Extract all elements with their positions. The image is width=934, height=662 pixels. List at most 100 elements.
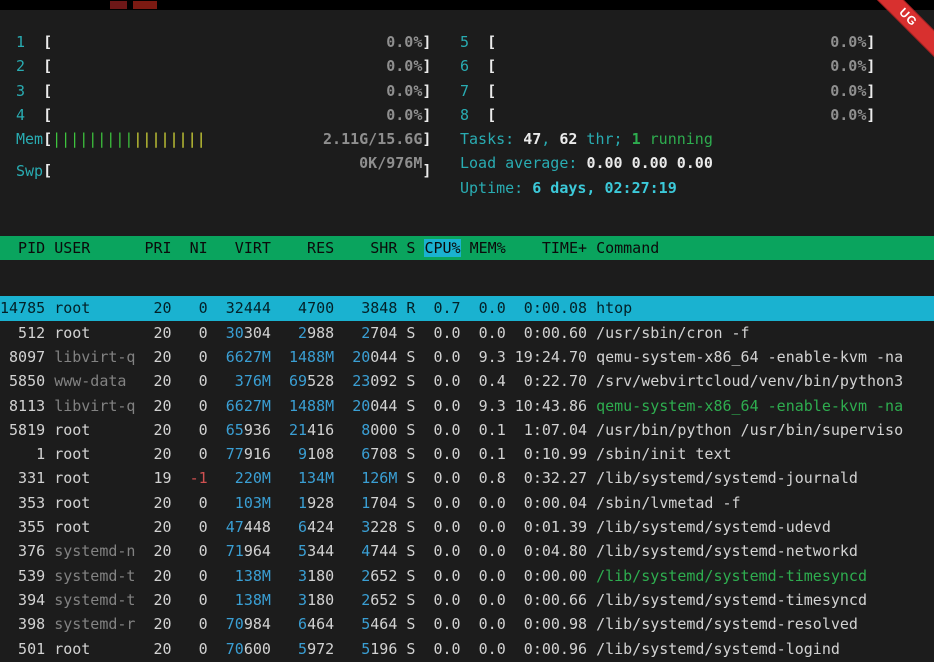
process-row-398[interactable]: 398 systemd-r 20 0 70984 6464 5464 S 0.0… xyxy=(0,612,934,636)
cell-pri: 20 xyxy=(145,299,172,317)
megabyte-prefix: 70 xyxy=(226,615,244,633)
cell-command: /usr/sbin/cron -f xyxy=(596,324,750,342)
cell-time: 0:32.27 xyxy=(515,469,587,487)
megabyte-prefix: 5 xyxy=(298,542,307,560)
cell-pri: 20 xyxy=(145,542,172,560)
cpu-meter-value: 0.0% xyxy=(830,103,866,127)
column-header-cpu[interactable]: CPU% xyxy=(424,239,460,257)
process-row-501[interactable]: 501 root 20 0 70600 5972 5196 S 0.0 0.0 … xyxy=(0,637,934,661)
cell-cpu: 0.0 xyxy=(424,372,460,390)
process-row-376[interactable]: 376 systemd-n 20 0 71964 5344 4744 S 0.0… xyxy=(0,539,934,563)
megabyte-value: 6627M xyxy=(217,397,271,415)
cell-shr: 6708 xyxy=(343,445,397,463)
process-row-394[interactable]: 394 systemd-t 20 0 138M 3180 2652 S 0.0 … xyxy=(0,588,934,612)
column-header-s[interactable]: S xyxy=(406,239,415,257)
megabyte-prefix: 1 xyxy=(298,494,307,512)
cell-cpu: 0.0 xyxy=(424,324,460,342)
cell-user: root xyxy=(54,324,135,342)
mem-bar-used: ||||||||| xyxy=(52,130,133,148)
swap-meter-label: Swp xyxy=(16,159,43,183)
megabyte-prefix: 20 xyxy=(352,397,370,415)
tasks-thread-label: thr; xyxy=(577,130,631,148)
megabyte-prefix: 2 xyxy=(361,324,370,342)
cell-command: /lib/systemd/systemd-udevd xyxy=(596,518,831,536)
load-five-min: 0.00 xyxy=(632,154,677,172)
cell-ni: 0 xyxy=(181,372,208,390)
meter-column-right: 5[0.0%]6[0.0%]7[0.0%]8[0.0%] Tasks: 47, … xyxy=(460,30,934,200)
column-header-shr[interactable]: SHR xyxy=(343,239,397,257)
cell-s: S xyxy=(406,469,415,487)
cell-command: /lib/systemd/systemd-timesyncd xyxy=(596,567,867,585)
cell-user: libvirt-q xyxy=(54,348,135,366)
column-header-time[interactable]: TIME+ xyxy=(515,239,587,257)
process-row-355[interactable]: 355 root 20 0 47448 6424 3228 S 0.0 0.0 … xyxy=(0,515,934,539)
cell-shr: 8000 xyxy=(343,421,397,439)
column-header-pri[interactable]: PRI xyxy=(145,239,172,257)
column-header-res[interactable]: RES xyxy=(280,239,334,257)
cell-pid: 5819 xyxy=(0,421,45,439)
cell-user: systemd-t xyxy=(54,567,135,585)
cell-ni: 0 xyxy=(181,421,208,439)
cell-pri: 20 xyxy=(145,397,172,415)
cell-time: 0:01.39 xyxy=(515,518,587,536)
cell-virt: 6627M xyxy=(217,397,271,415)
cell-pid: 5850 xyxy=(0,372,45,390)
column-header-command[interactable]: Command xyxy=(596,239,659,257)
cpu-meter-value: 0.0% xyxy=(830,30,866,54)
column-header-virt[interactable]: VIRT xyxy=(217,239,271,257)
cell-ni: 0 xyxy=(181,348,208,366)
cell-shr: 5464 xyxy=(343,615,397,633)
column-header-user[interactable]: USER xyxy=(54,239,135,257)
megabyte-value: 376M xyxy=(217,372,271,390)
process-row-353[interactable]: 353 root 20 0 103M 1928 1704 S 0.0 0.0 0… xyxy=(0,491,934,515)
cell-time: 0:00.98 xyxy=(515,615,587,633)
process-row-512[interactable]: 512 root 20 0 30304 2988 2704 S 0.0 0.0 … xyxy=(0,321,934,345)
cell-shr: 5196 xyxy=(343,640,397,658)
column-header-mem[interactable]: MEM% xyxy=(470,239,506,257)
cell-cpu: 0.0 xyxy=(424,615,460,633)
cell-user: systemd-n xyxy=(54,542,135,560)
cell-s: S xyxy=(406,615,415,633)
cpu-meter-value: 0.0% xyxy=(830,54,866,78)
tab-remnant-icon xyxy=(133,1,157,9)
megabyte-prefix: 21 xyxy=(289,421,307,439)
cell-pri: 20 xyxy=(145,494,172,512)
cell-command: /lib/systemd/systemd-resolved xyxy=(596,615,858,633)
cell-res: 6424 xyxy=(280,518,334,536)
megabyte-prefix: 2 xyxy=(298,324,307,342)
process-row-1[interactable]: 1 root 20 0 77916 9108 6708 S 0.0 0.1 0:… xyxy=(0,442,934,466)
megabyte-prefix: 6 xyxy=(361,445,370,463)
cell-res: 6464 xyxy=(280,615,334,633)
bracket-open-icon: [ xyxy=(487,57,496,75)
cpu-meter-bar: 0.0% xyxy=(52,54,422,78)
load-average-label: Load average: xyxy=(460,154,586,172)
column-header-ni[interactable]: NI xyxy=(181,239,208,257)
process-row-8097[interactable]: 8097 libvirt-q 20 0 6627M 1488M 20044 S … xyxy=(0,345,934,369)
process-row-8113[interactable]: 8113 libvirt-q 20 0 6627M 1488M 20044 S … xyxy=(0,394,934,418)
cpu-meter-value: 0.0% xyxy=(386,103,422,127)
cell-shr: 1704 xyxy=(343,494,397,512)
cell-pri: 20 xyxy=(145,372,172,390)
cpu-meter-8: 8[0.0%] xyxy=(460,103,934,127)
bracket-open-icon: [ xyxy=(43,106,52,124)
process-row-539[interactable]: 539 systemd-t 20 0 138M 3180 2652 S 0.0 … xyxy=(0,564,934,588)
process-row-5850[interactable]: 5850 www-data 20 0 376M 69528 23092 S 0.… xyxy=(0,369,934,393)
process-row-14785[interactable]: 14785 root 20 0 32444 4700 3848 R 0.7 0.… xyxy=(0,296,934,320)
megabyte-value: 103M xyxy=(217,494,271,512)
megabyte-prefix: 65 xyxy=(226,421,244,439)
cell-ni: 0 xyxy=(181,299,208,317)
cell-virt: 70600 xyxy=(217,640,271,658)
process-row-331[interactable]: 331 root 19 -1 220M 134M 126M S 0.0 0.8 … xyxy=(0,466,934,490)
cell-ni: -1 xyxy=(181,469,208,487)
megabyte-prefix: 6 xyxy=(298,518,307,536)
cpu-meter-bar: 0.0% xyxy=(52,79,422,103)
megabyte-prefix: 20 xyxy=(352,348,370,366)
cpu-meter-1: 1[0.0%] xyxy=(16,30,460,54)
cpu-meters-right: 5[0.0%]6[0.0%]7[0.0%]8[0.0%] xyxy=(460,30,934,127)
tasks-count: 47 xyxy=(523,130,541,148)
process-row-5819[interactable]: 5819 root 20 0 65936 21416 8000 S 0.0 0.… xyxy=(0,418,934,442)
cpu-meter-label: 6 xyxy=(460,54,487,78)
column-header-pid[interactable]: PID xyxy=(0,239,45,257)
cell-command: /lib/systemd/systemd-journald xyxy=(596,469,858,487)
cell-s: R xyxy=(406,299,415,317)
